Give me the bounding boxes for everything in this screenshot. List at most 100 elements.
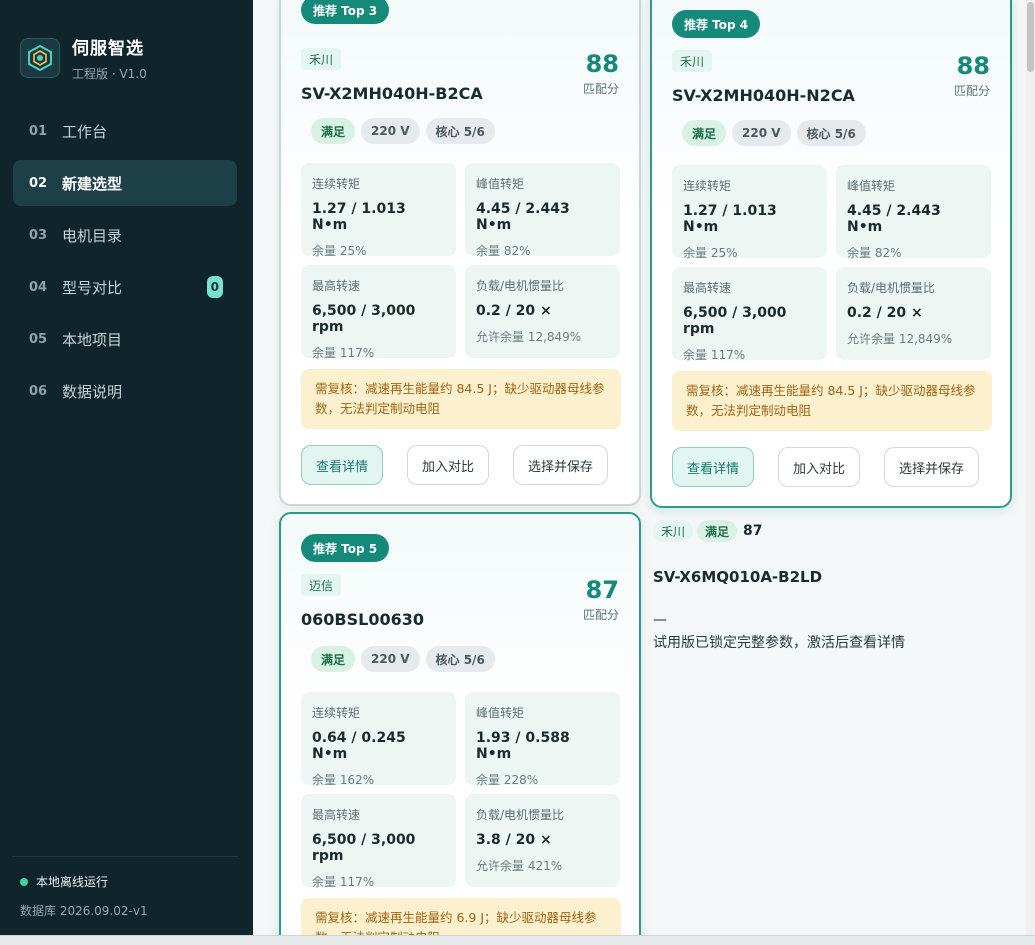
metric-value: 4.45 / 2.443 N•m xyxy=(847,203,941,235)
match-score: 87 匹配分 xyxy=(583,576,619,623)
sidebar-item-model-compare[interactable]: 04 型号对比 0 xyxy=(13,264,237,310)
metric-margin: 允许余量 421% xyxy=(476,859,563,873)
recommendation-card: 推荐 Top 5 迈信 87 匹配分 060BSL00630 满足 220 V … xyxy=(279,512,641,935)
metric-value: 1.27 / 1.013 N•m xyxy=(312,201,406,233)
sidebar-item-motor-catalog[interactable]: 03 电机目录 xyxy=(13,212,237,258)
view-details-button[interactable]: 查看详情 xyxy=(301,445,384,485)
add-to-compare-button[interactable]: 加入对比 xyxy=(407,445,490,485)
results-area: 推荐 Top 3 禾川 88 匹配分 SV-X2MH040H-B2CA 满足 2… xyxy=(253,0,1035,935)
scroll-thumb[interactable] xyxy=(1027,2,1034,72)
metric-peak-torque: 峰值转矩 4.45 / 2.443 N•m 余量 82% xyxy=(836,165,991,260)
view-details-button[interactable]: 查看详情 xyxy=(672,447,755,487)
metric-label: 负载/电机惯量比 xyxy=(476,808,565,822)
metric-value: 4.45 / 2.443 N•m xyxy=(476,201,570,233)
locked-message: 试用版已锁定完整参数，激活后查看详情 xyxy=(653,635,905,651)
review-warning: 需复核：减速再生能量约 84.5 J；缺少驱动器母线参数，无法判定制动电阻 xyxy=(672,371,992,431)
metric-peak-torque: 峰值转矩 4.45 / 2.443 N•m 余量 82% xyxy=(465,163,620,258)
voltage-tag: 220 V xyxy=(361,118,420,144)
metric-max-speed: 最高转速 6,500 / 3,000 rpm 余量 117% xyxy=(301,265,456,360)
metric-value: 6,500 / 3,000 rpm xyxy=(312,832,416,864)
metric-label: 负载/电机惯量比 xyxy=(476,279,565,293)
sidebar-item-data-notes[interactable]: 06 数据说明 xyxy=(13,368,237,414)
metric-label: 最高转速 xyxy=(312,808,361,822)
voltage-tag: 220 V xyxy=(361,646,420,672)
core-tag: 核心 5/6 xyxy=(425,118,495,144)
metric-max-speed: 最高转速 6,500 / 3,000 rpm 余量 117% xyxy=(672,267,827,362)
metric-margin: 余量 117% xyxy=(683,348,746,362)
score-label: 匹配分 xyxy=(953,84,990,98)
metric-inertia-ratio: 负载/电机惯量比 0.2 / 20 × 允许余量 12,849% xyxy=(465,265,620,358)
nav-number: 06 xyxy=(29,383,48,399)
select-and-save-button[interactable]: 选择并保存 xyxy=(513,445,609,485)
tag-row: 满足 220 V 核心 5/6 xyxy=(311,118,501,144)
tag-row: 满足 220 V 核心 5/6 xyxy=(311,646,501,672)
metric-label: 连续转矩 xyxy=(683,179,732,193)
core-tag: 核心 5/6 xyxy=(796,120,866,146)
metric-continuous-torque: 连续转矩 1.27 / 1.013 N•m 余量 25% xyxy=(301,163,456,258)
metric-value: 3.8 / 20 × xyxy=(476,832,552,848)
brand-tag: 迈信 xyxy=(301,574,342,596)
metric-margin: 余量 117% xyxy=(312,346,375,360)
score-value: 87 xyxy=(585,576,619,604)
metric-margin: 余量 25% xyxy=(683,246,738,260)
metric-label: 最高转速 xyxy=(683,281,732,295)
model-name: 060BSL00630 xyxy=(301,610,424,629)
metric-margin: 余量 162% xyxy=(312,773,375,787)
metric-value: 0.2 / 20 × xyxy=(847,305,923,321)
metric-margin: 允许余量 12,849% xyxy=(476,330,582,344)
scrollbar[interactable] xyxy=(1026,0,1035,935)
brand-tag: 禾川 xyxy=(301,48,342,70)
status-badge: 满足 xyxy=(682,120,727,146)
status-badge: 满足 xyxy=(697,520,738,542)
voltage-tag: 220 V xyxy=(732,120,791,146)
rank-badge: 推荐 Top 5 xyxy=(301,534,390,562)
score-value: 87 xyxy=(743,523,763,539)
metric-grid: 连续转矩 1.27 / 1.013 N•m 余量 25% 峰值转矩 4.45 /… xyxy=(301,163,621,360)
metric-value: 0.64 / 0.245 N•m xyxy=(312,730,406,762)
sidebar-item-local-projects[interactable]: 05 本地项目 xyxy=(13,316,237,362)
metric-margin: 允许余量 12,849% xyxy=(847,332,953,346)
nav-number: 05 xyxy=(29,331,48,347)
brand-tag: 禾川 xyxy=(653,520,694,542)
recommendation-card: 推荐 Top 3 禾川 88 匹配分 SV-X2MH040H-B2CA 满足 2… xyxy=(279,0,641,506)
add-to-compare-button[interactable]: 加入对比 xyxy=(778,447,861,487)
nav-number: 01 xyxy=(29,123,48,139)
rank-badge: 推荐 Top 3 xyxy=(301,0,390,24)
nav-number: 03 xyxy=(29,227,48,243)
sidebar-item-workbench[interactable]: 01 工作台 xyxy=(13,108,237,154)
review-warning: 需复核：减速再生能量约 84.5 J；缺少驱动器母线参数，无法判定制动电阻 xyxy=(301,369,621,429)
score-label: 匹配分 xyxy=(582,608,619,622)
nav-number: 04 xyxy=(29,279,48,295)
sidebar-item-label: 新建选型 xyxy=(62,174,123,193)
metric-label: 峰值转矩 xyxy=(476,177,525,191)
sidebar-item-label: 本地项目 xyxy=(62,330,123,349)
metric-label: 连续转矩 xyxy=(312,706,361,720)
metric-label: 峰值转矩 xyxy=(847,179,896,193)
metric-inertia-ratio: 负载/电机惯量比 3.8 / 20 × 允许余量 421% xyxy=(465,794,620,887)
metric-value: 0.2 / 20 × xyxy=(476,303,552,319)
status-badge: 满足 xyxy=(311,646,356,672)
select-and-save-button[interactable]: 选择并保存 xyxy=(884,447,980,487)
sidebar-nav: 01 工作台 02 新建选型 03 电机目录 04 型号对比 0 05 本地项目… xyxy=(13,108,237,420)
score-label: 匹配分 xyxy=(582,82,619,96)
metric-label: 最高转速 xyxy=(312,279,361,293)
metric-continuous-torque: 连续转矩 1.27 / 1.013 N•m 余量 25% xyxy=(672,165,827,260)
review-warning: 需复核：减速再生能量约 6.9 J；缺少驱动器母线参数，无法判定制动电阻 xyxy=(301,898,621,935)
metric-peak-torque: 峰值转矩 1.93 / 0.588 N•m 余量 228% xyxy=(465,692,620,787)
sidebar-item-label: 工作台 xyxy=(62,122,108,141)
metric-margin: 余量 25% xyxy=(312,244,367,258)
offline-status: 本地离线运行 xyxy=(12,873,238,890)
sidebar-item-label: 电机目录 xyxy=(62,226,123,245)
metric-value: 6,500 / 3,000 rpm xyxy=(312,303,416,335)
nav-number: 02 xyxy=(29,175,48,191)
sidebar-footer: 本地离线运行 数据库 2026.09.02-v1 xyxy=(12,856,238,919)
score-value: 88 xyxy=(585,50,619,78)
card-actions: 查看详情 加入对比 选择并保存 xyxy=(672,447,980,487)
metric-margin: 余量 117% xyxy=(312,875,375,889)
metric-max-speed: 最高转速 6,500 / 3,000 rpm 余量 117% xyxy=(301,794,456,889)
compare-count-badge: 0 xyxy=(206,276,223,298)
sidebar-item-new-selection[interactable]: 02 新建选型 xyxy=(13,160,237,206)
brand-name: 伺服智选 xyxy=(72,39,144,59)
model-name: SV-X6MQ010A-B2LD xyxy=(653,568,823,586)
status-text: 本地离线运行 xyxy=(36,875,109,889)
